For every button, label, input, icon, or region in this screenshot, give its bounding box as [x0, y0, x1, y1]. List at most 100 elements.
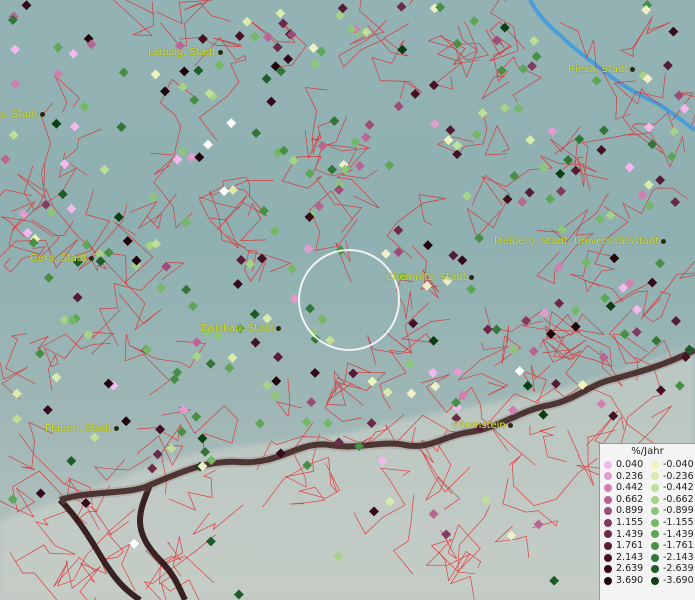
- station-marker[interactable]: [177, 146, 188, 157]
- station-marker[interactable]: [348, 368, 359, 379]
- station-marker[interactable]: [43, 272, 54, 283]
- station-marker[interactable]: [509, 171, 520, 181]
- station-marker[interactable]: [556, 186, 566, 197]
- station-marker[interactable]: [384, 160, 395, 171]
- station-marker[interactable]: [598, 125, 609, 136]
- station-marker[interactable]: [10, 79, 21, 90]
- station-marker[interactable]: [181, 217, 191, 228]
- station-marker[interactable]: [66, 455, 77, 466]
- station-marker[interactable]: [314, 201, 325, 212]
- station-marker[interactable]: [354, 161, 365, 171]
- station-marker[interactable]: [0, 154, 11, 165]
- station-marker[interactable]: [121, 416, 132, 427]
- station-marker[interactable]: [594, 214, 605, 225]
- station-marker[interactable]: [227, 352, 238, 363]
- station-marker[interactable]: [655, 258, 665, 269]
- station-marker[interactable]: [7, 494, 18, 505]
- station-marker[interactable]: [406, 388, 417, 399]
- station-marker[interactable]: [179, 66, 190, 77]
- station-marker[interactable]: [254, 418, 265, 429]
- station-marker[interactable]: [309, 58, 320, 69]
- station-marker[interactable]: [525, 134, 536, 145]
- station-marker[interactable]: [11, 414, 22, 425]
- station-marker[interactable]: [249, 31, 260, 42]
- station-marker[interactable]: [187, 301, 198, 312]
- station-marker[interactable]: [262, 380, 273, 391]
- station-marker[interactable]: [422, 240, 433, 251]
- station-marker[interactable]: [51, 118, 62, 129]
- station-marker[interactable]: [10, 44, 21, 55]
- station-marker[interactable]: [57, 189, 68, 200]
- station-marker[interactable]: [482, 324, 493, 335]
- station-marker[interactable]: [53, 69, 63, 80]
- station-marker[interactable]: [538, 162, 549, 173]
- station-marker[interactable]: [116, 122, 127, 132]
- station-marker[interactable]: [457, 255, 468, 266]
- station-marker[interactable]: [172, 154, 183, 165]
- station-marker[interactable]: [156, 282, 166, 293]
- station-marker[interactable]: [317, 314, 328, 325]
- station-marker[interactable]: [382, 387, 393, 398]
- station-marker[interactable]: [429, 118, 440, 129]
- station-marker[interactable]: [632, 304, 642, 315]
- station-marker[interactable]: [555, 168, 566, 179]
- station-marker[interactable]: [21, 0, 32, 11]
- station-marker[interactable]: [317, 140, 328, 151]
- station-marker[interactable]: [189, 95, 200, 105]
- station-marker[interactable]: [529, 35, 540, 46]
- station-marker[interactable]: [242, 16, 252, 27]
- station-marker[interactable]: [306, 397, 317, 408]
- station-marker[interactable]: [59, 158, 70, 169]
- station-marker[interactable]: [528, 346, 539, 357]
- station-marker[interactable]: [396, 1, 407, 12]
- station-marker[interactable]: [367, 376, 378, 387]
- station-marker[interactable]: [350, 137, 361, 148]
- station-marker[interactable]: [150, 69, 161, 80]
- station-marker[interactable]: [310, 367, 320, 378]
- station-marker[interactable]: [458, 390, 468, 401]
- station-marker[interactable]: [99, 164, 110, 175]
- station-marker[interactable]: [361, 27, 372, 38]
- station-marker[interactable]: [249, 309, 260, 320]
- station-marker[interactable]: [591, 75, 602, 86]
- station-marker[interactable]: [570, 165, 581, 176]
- station-marker[interactable]: [272, 42, 283, 53]
- station-marker[interactable]: [155, 424, 166, 435]
- station-marker[interactable]: [408, 318, 419, 329]
- station-marker[interactable]: [508, 344, 519, 355]
- station-marker[interactable]: [197, 33, 208, 44]
- station-marker[interactable]: [203, 139, 213, 150]
- station-marker[interactable]: [304, 168, 315, 179]
- station-marker[interactable]: [624, 162, 635, 173]
- station-marker[interactable]: [644, 200, 655, 211]
- station-marker[interactable]: [11, 388, 22, 399]
- station-marker[interactable]: [79, 101, 90, 112]
- station-marker[interactable]: [327, 164, 338, 175]
- station-marker[interactable]: [647, 139, 658, 150]
- station-marker[interactable]: [361, 132, 371, 143]
- station-marker[interactable]: [236, 255, 247, 265]
- station-marker[interactable]: [619, 329, 630, 340]
- station-marker[interactable]: [329, 116, 340, 126]
- station-marker[interactable]: [95, 256, 106, 267]
- station-marker[interactable]: [428, 367, 439, 378]
- station-marker[interactable]: [51, 372, 62, 383]
- station-marker[interactable]: [647, 277, 658, 288]
- station-marker[interactable]: [8, 130, 19, 141]
- station-marker[interactable]: [609, 253, 620, 264]
- station-marker[interactable]: [113, 212, 124, 223]
- station-marker[interactable]: [72, 292, 83, 303]
- station-marker[interactable]: [393, 101, 404, 112]
- station-marker[interactable]: [301, 416, 312, 427]
- station-marker[interactable]: [224, 363, 235, 374]
- station-marker[interactable]: [462, 191, 472, 202]
- station-marker[interactable]: [524, 187, 535, 198]
- station-marker[interactable]: [605, 210, 616, 221]
- station-marker[interactable]: [323, 418, 333, 429]
- station-marker[interactable]: [517, 196, 528, 207]
- station-marker[interactable]: [68, 48, 79, 59]
- station-marker[interactable]: [69, 121, 80, 132]
- station-marker[interactable]: [491, 324, 502, 335]
- station-marker[interactable]: [181, 284, 192, 295]
- station-marker[interactable]: [261, 73, 272, 84]
